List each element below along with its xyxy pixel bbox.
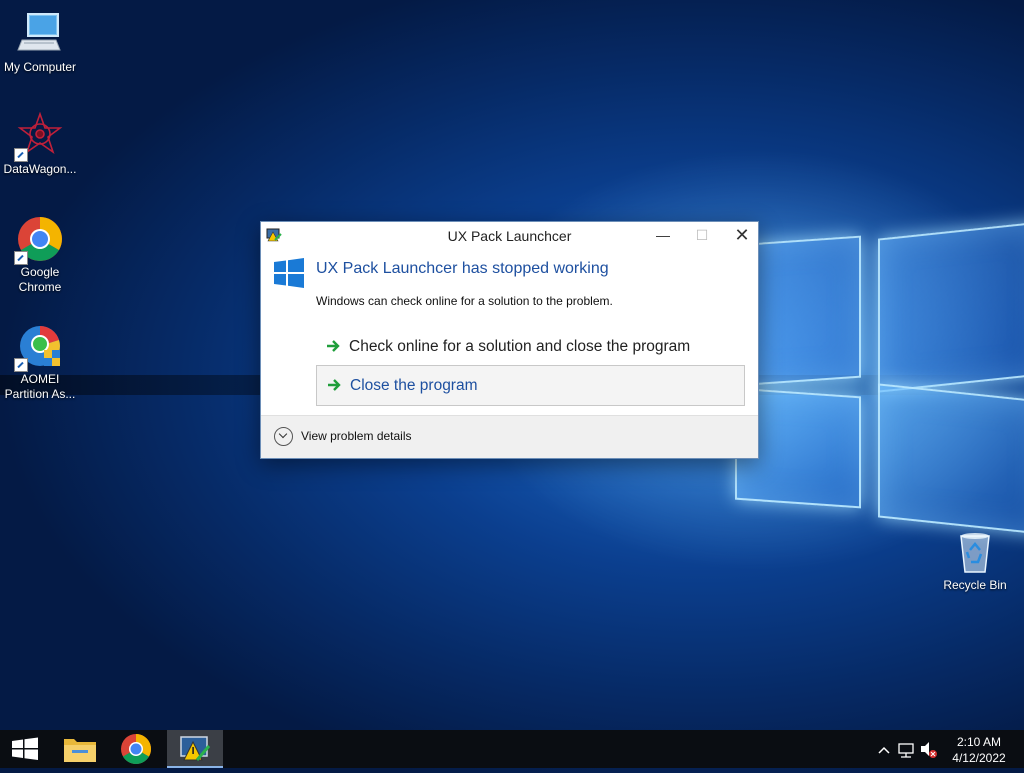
maximize-button: ☐ bbox=[695, 227, 709, 243]
error-dialog: UX Pack Launchcer — ☐ ✕ UX Pack Launchce… bbox=[260, 221, 759, 459]
folder-icon bbox=[64, 739, 96, 762]
dialog-heading: UX Pack Launchcer has stopped working bbox=[316, 260, 609, 277]
taskbar-google-chrome[interactable] bbox=[110, 730, 162, 768]
desktop-icon-my-computer[interactable]: My Computer bbox=[0, 10, 80, 75]
taskbar-ux-pack-launcher[interactable] bbox=[167, 730, 223, 768]
shortcut-arrow-icon bbox=[14, 358, 28, 372]
desktop-icon-recycle-bin[interactable]: Recycle Bin bbox=[935, 528, 1015, 593]
green-arrow-icon bbox=[327, 378, 341, 392]
desktop-icon-label: Chrome bbox=[18, 280, 62, 294]
close-program-option[interactable]: Close the program bbox=[316, 365, 745, 406]
dialog-footer: View problem details bbox=[261, 415, 758, 458]
clock-time: 2:10 AM bbox=[956, 735, 1002, 749]
network-icon bbox=[898, 743, 914, 758]
desktop-icon-label: Google bbox=[20, 265, 60, 279]
shortcut-arrow-icon bbox=[14, 148, 28, 162]
dialog-subtext: Windows can check online for a solution … bbox=[316, 294, 613, 308]
desktop-icon-label: AOMEI bbox=[20, 372, 60, 386]
show-hidden-icons-button[interactable] bbox=[876, 730, 892, 768]
windows-start-icon bbox=[12, 737, 38, 760]
expand-chevron-icon[interactable] bbox=[274, 427, 293, 446]
desktop-icon-label: Recycle Bin bbox=[943, 578, 1007, 592]
recycle-bin-icon bbox=[951, 528, 999, 576]
shortcut-arrow-icon bbox=[14, 251, 28, 265]
windows-logo-icon bbox=[274, 258, 304, 288]
chevron-up-icon bbox=[878, 746, 890, 754]
desktop-icon-google-chrome[interactable]: Google Chrome bbox=[0, 215, 80, 295]
volume-tray-button[interactable] bbox=[918, 730, 940, 768]
start-button[interactable] bbox=[0, 730, 52, 768]
check-online-option[interactable]: Check online for a solution and close th… bbox=[316, 327, 743, 365]
dialog-titlebar[interactable]: UX Pack Launchcer — ☐ ✕ bbox=[261, 222, 758, 250]
desktop-icon-label: My Computer bbox=[3, 60, 77, 74]
datawagon-icon bbox=[14, 111, 64, 162]
taskbar: 2:10 AM 4/12/2022 bbox=[0, 730, 1024, 768]
desktop-icon-label: DataWagon... bbox=[3, 162, 77, 176]
clock-date: 4/12/2022 bbox=[952, 751, 1006, 765]
green-arrow-icon bbox=[326, 339, 340, 353]
network-tray-button[interactable] bbox=[896, 730, 916, 768]
desktop-icon-aomei[interactable]: AOMEI Partition As... bbox=[0, 322, 80, 402]
desktop-icon-datawagon[interactable]: DataWagon... bbox=[0, 111, 80, 177]
chrome-icon bbox=[14, 215, 64, 265]
computer-icon bbox=[16, 10, 64, 58]
close-button[interactable]: ✕ bbox=[722, 222, 762, 250]
chrome-icon bbox=[121, 734, 152, 765]
aomei-partition-icon bbox=[14, 322, 64, 372]
check-online-label: Check online for a solution and close th… bbox=[349, 338, 691, 355]
volume-muted-icon bbox=[921, 742, 937, 758]
taskbar-file-explorer[interactable] bbox=[54, 730, 106, 768]
view-details-link[interactable]: View problem details bbox=[301, 429, 412, 443]
system-clock[interactable]: 2:10 AM 4/12/2022 bbox=[944, 734, 1014, 766]
ux-pack-launcher-icon bbox=[180, 736, 211, 761]
desktop-icon-label: Partition As... bbox=[4, 387, 76, 401]
minimize-button[interactable]: — bbox=[643, 222, 683, 250]
close-program-label: Close the program bbox=[350, 377, 478, 394]
